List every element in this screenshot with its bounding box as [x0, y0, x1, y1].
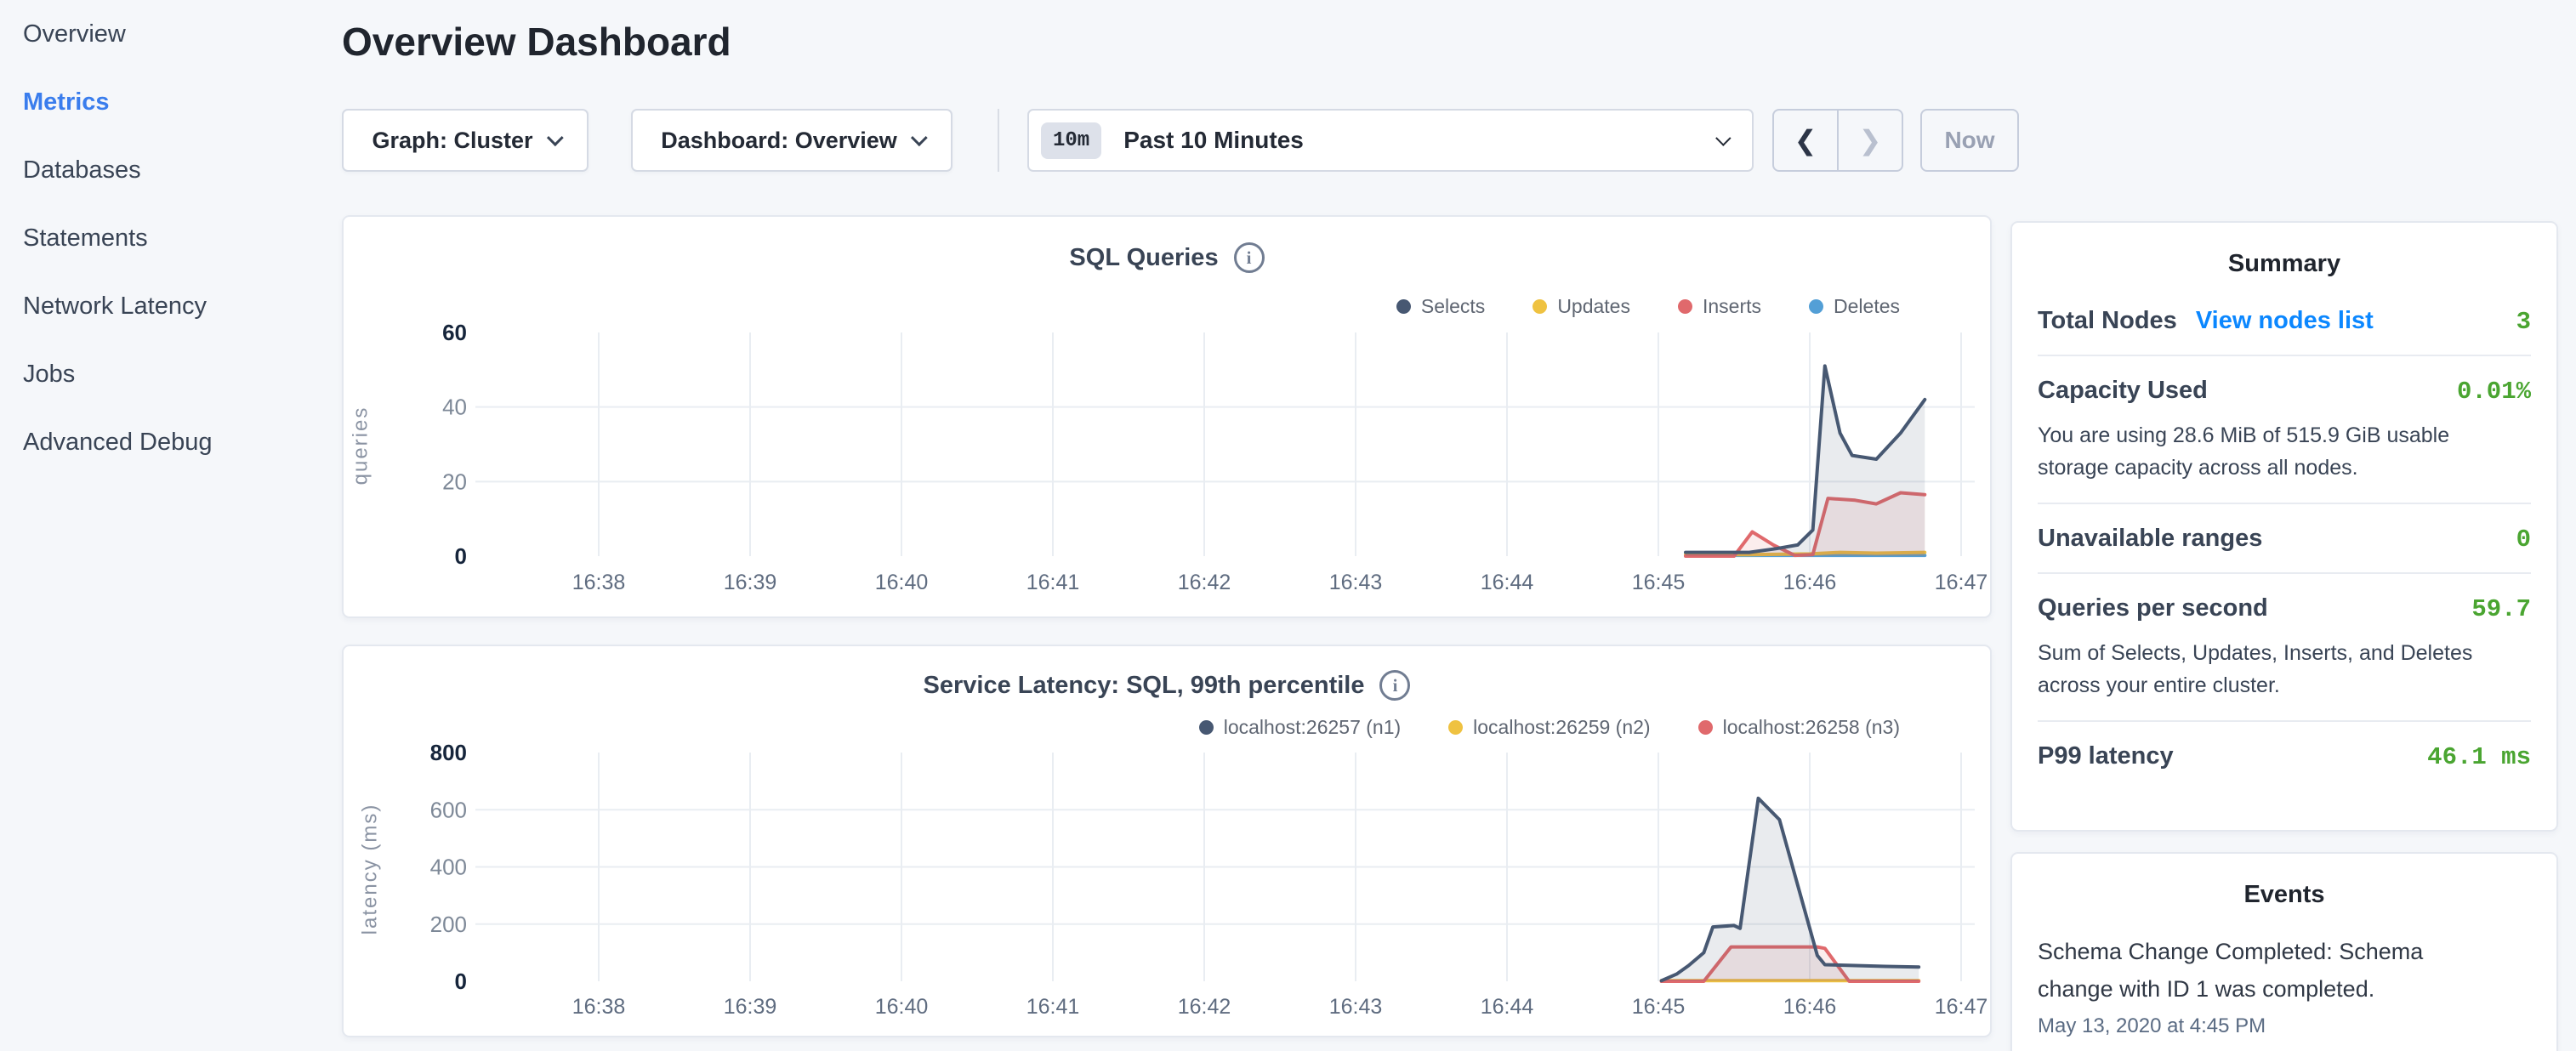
svg-text:0: 0 — [455, 969, 467, 994]
svg-text:16:38: 16:38 — [572, 571, 626, 594]
summary-stat-description: Sum of Selects, Updates, Inserts, and De… — [2038, 637, 2514, 702]
event-text: Schema Change Completed: Schema change w… — [2038, 933, 2437, 1008]
svg-text:16:46: 16:46 — [1783, 571, 1837, 594]
svg-text:600: 600 — [430, 797, 467, 822]
chevron-right-icon: ❯ — [1859, 124, 1882, 156]
chevron-left-icon: ❮ — [1794, 124, 1817, 156]
svg-text:400: 400 — [430, 855, 467, 880]
summary-stat-label: P99 latency — [2038, 742, 2174, 770]
summary-row-unavailable-ranges: Unavailable ranges 0 — [2038, 503, 2531, 572]
chevron-down-icon — [911, 129, 928, 146]
svg-text:16:44: 16:44 — [1481, 571, 1534, 594]
events-title: Events — [2038, 876, 2531, 917]
sidebar-nav-list: OverviewMetricsDatabasesStatementsNetwor… — [23, 0, 340, 476]
summary-rows: Total Nodes View nodes list 3 Capacity Used… — [2038, 287, 2531, 790]
svg-text:16:43: 16:43 — [1329, 571, 1383, 594]
event-item: Schema Change Completed: Schema change w… — [2038, 933, 2531, 1038]
summary-stat-label: Total Nodes — [2038, 307, 2177, 335]
summary-stat-label: Queries per second — [2038, 594, 2268, 622]
summary-stat-value: 3 — [2516, 308, 2531, 336]
summary-row-queries-per-second: Queries per second 59.7 Sum of Selects, Up… — [2038, 572, 2531, 720]
controls-divider — [998, 109, 999, 172]
summary-panel: Summary Total Nodes View nodes list 3 Capac… — [2010, 221, 2558, 832]
chevron-down-icon — [546, 129, 563, 146]
time-next-button[interactable]: ❯ — [1839, 111, 1902, 170]
sidebar-item-metrics[interactable]: Metrics — [23, 68, 340, 136]
view-nodes-list-link[interactable]: View nodes list — [2196, 307, 2374, 335]
svg-text:16:40: 16:40 — [875, 571, 929, 594]
svg-text:16:39: 16:39 — [724, 995, 777, 1019]
chevron-down-icon — [1715, 130, 1731, 145]
svg-text:16:42: 16:42 — [1178, 995, 1231, 1019]
svg-text:16:39: 16:39 — [724, 571, 777, 594]
sql-queries-plot[interactable]: 16:38 16:39 16:40 16:41 16:42 16:43 16:44 16:45… — [344, 217, 1993, 620]
graph-dropdown[interactable]: Graph: Cluster — [342, 109, 589, 172]
sidebar-item-advanced-debug[interactable]: Advanced Debug — [23, 408, 340, 476]
svg-text:20: 20 — [442, 469, 467, 494]
svg-text:16:46: 16:46 — [1783, 995, 1837, 1019]
dashboard-dropdown[interactable]: Dashboard: Overview — [631, 109, 952, 172]
time-prev-button[interactable]: ❮ — [1774, 111, 1839, 170]
now-button[interactable]: Now — [1920, 109, 2019, 172]
svg-text:16:47: 16:47 — [1935, 571, 1988, 594]
time-range-dropdown[interactable]: 10m Past 10 Minutes — [1027, 109, 1754, 172]
summary-stat-value: 0.01% — [2457, 378, 2531, 406]
summary-stat-description: You are using 28.6 MiB of 515.9 GiB usab… — [2038, 419, 2514, 484]
svg-text:16:45: 16:45 — [1632, 571, 1686, 594]
controls-bar: Graph: Cluster Dashboard: Overview 10m P… — [342, 109, 2553, 172]
summary-stat-value: 46.1 ms — [2427, 743, 2531, 771]
summary-stat-label: Unavailable ranges — [2038, 525, 2262, 553]
svg-text:16:42: 16:42 — [1178, 571, 1231, 594]
summary-stat-value: 59.7 — [2471, 595, 2531, 623]
sidebar-item-network-latency[interactable]: Network Latency — [23, 272, 340, 340]
service-latency-chart-card: Service Latency: SQL, 99th percentile i … — [342, 645, 1992, 1037]
summary-row-p99-latency: P99 latency 46.1 ms — [2038, 720, 2531, 790]
events-panel: Events Schema Change Completed: Schema c… — [2010, 852, 2558, 1051]
sidebar-item-databases[interactable]: Databases — [23, 136, 340, 204]
summary-row-capacity-used: Capacity Used 0.01% You are using 28.6 MiB… — [2038, 355, 2531, 503]
time-range-label: Past 10 Minutes — [1123, 127, 1693, 154]
summary-stat-value: 0 — [2516, 526, 2531, 554]
events-list: Schema Change Completed: Schema change w… — [2038, 933, 2531, 1038]
summary-stat-label: Capacity Used — [2038, 377, 2208, 405]
svg-text:16:45: 16:45 — [1632, 995, 1686, 1019]
svg-text:16:47: 16:47 — [1935, 995, 1988, 1019]
svg-text:16:43: 16:43 — [1329, 995, 1383, 1019]
svg-text:800: 800 — [430, 740, 467, 765]
summary-row-total-nodes: Total Nodes View nodes list 3 — [2038, 287, 2531, 355]
svg-text:40: 40 — [442, 395, 467, 420]
summary-title: Summary — [2038, 245, 2531, 287]
page-title: Overview Dashboard — [342, 19, 731, 65]
dashboard-dropdown-label: Dashboard: Overview — [661, 128, 897, 154]
sidebar: OverviewMetricsDatabasesStatementsNetwor… — [0, 0, 340, 1051]
svg-text:0: 0 — [455, 543, 467, 569]
svg-text:16:44: 16:44 — [1481, 995, 1534, 1019]
sidebar-item-overview[interactable]: Overview — [23, 0, 340, 68]
svg-text:200: 200 — [430, 912, 467, 937]
svg-text:16:40: 16:40 — [875, 995, 929, 1019]
service-latency-plot[interactable]: 16:38 16:39 16:40 16:41 16:42 16:43 16:44 16:45… — [344, 646, 1993, 1039]
time-range-badge: 10m — [1041, 122, 1101, 159]
svg-text:16:41: 16:41 — [1026, 571, 1080, 594]
sidebar-item-jobs[interactable]: Jobs — [23, 340, 340, 408]
sidebar-item-statements[interactable]: Statements — [23, 204, 340, 272]
graph-dropdown-label: Graph: Cluster — [372, 128, 532, 154]
event-timestamp: May 13, 2020 at 4:45 PM — [2038, 1014, 2531, 1038]
time-nav-arrows: ❮ ❯ — [1772, 109, 1903, 172]
svg-text:60: 60 — [442, 320, 467, 345]
svg-text:16:38: 16:38 — [572, 995, 626, 1019]
svg-text:16:41: 16:41 — [1026, 995, 1080, 1019]
sql-queries-chart-card: SQL Queries i SelectsUpdatesInsertsDelet… — [342, 215, 1992, 618]
